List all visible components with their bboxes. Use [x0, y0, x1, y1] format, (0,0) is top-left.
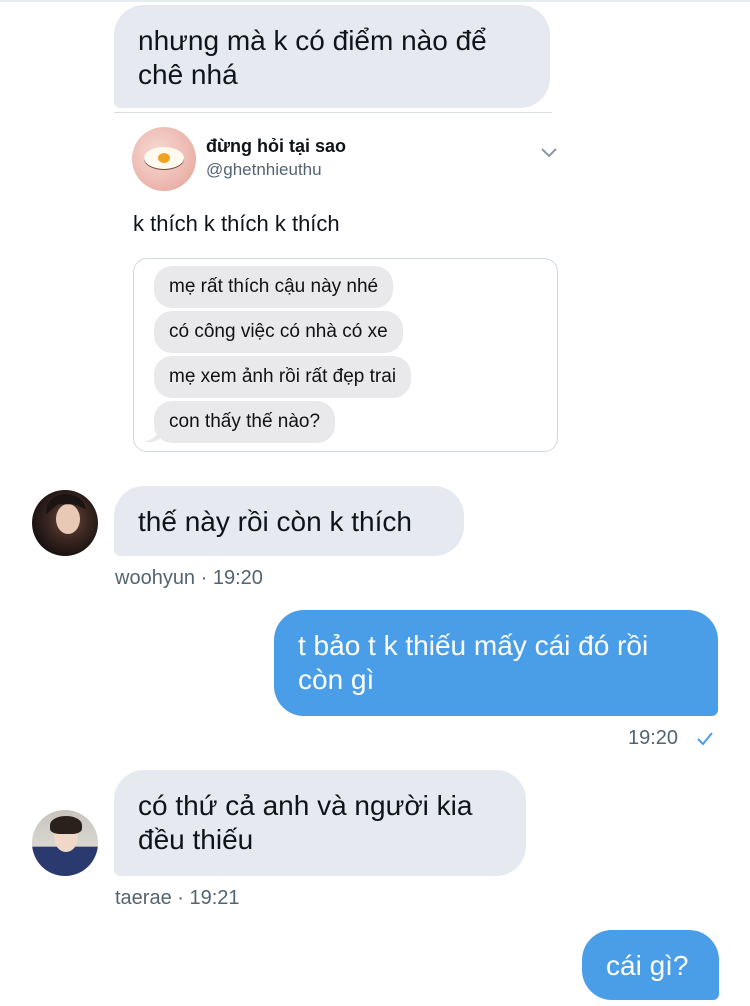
image-message-bubble: mẹ xem ảnh rồi rất đẹp trai — [154, 356, 412, 398]
image-message-bubble: có công việc có nhà có xe — [154, 311, 403, 353]
quoted-tweet-handle: @ghetnhieuthu — [206, 160, 322, 179]
avatar-taerae[interactable] — [32, 810, 98, 876]
message-bubble-incoming[interactable]: thế này rồi còn k thích — [114, 486, 464, 556]
image-message-bubble: mẹ rất thích cậu này nhé — [154, 266, 394, 308]
chevron-down-icon[interactable] — [540, 147, 558, 159]
quote-card-divider — [114, 112, 552, 113]
check-icon — [697, 732, 713, 746]
message-bubble-outgoing[interactable]: cái gì? — [582, 930, 719, 1000]
sender-timestamp: taerae · 19:21 — [115, 887, 240, 909]
message-bubble-outgoing[interactable]: t bảo t k thiếu mấy cái đó rồi còn gì — [274, 610, 718, 716]
message-bubble-incoming[interactable]: có thứ cả anh và người kia đều thiếu — [114, 770, 526, 876]
top-divider — [0, 0, 750, 2]
sent-timestamp: 19:20 — [628, 727, 679, 749]
quoted-tweet-display-name: đừng hỏi tại sao — [206, 136, 347, 156]
quoted-tweet-text: k thích k thích k thích — [133, 211, 340, 236]
bubble-tail-icon — [144, 427, 162, 443]
message-bubble-incoming[interactable]: nhưng mà k có điểm nào để chê nhá — [114, 5, 550, 108]
quoted-tweet-avatar[interactable] — [132, 127, 196, 191]
image-message-bubble: con thấy thế nào? — [154, 401, 336, 443]
quoted-tweet-image[interactable]: mẹ rất thích cậu này nhé có công việc có… — [133, 258, 558, 452]
sender-timestamp: woohyun · 19:20 — [115, 567, 263, 589]
avatar-woohyun[interactable] — [32, 490, 98, 556]
